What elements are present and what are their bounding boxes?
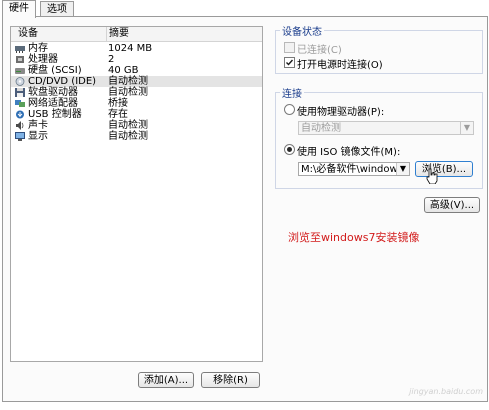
device-row-memory[interactable]: 内存 1024 MB [11,43,262,54]
sound-card-icon [16,121,24,130]
physical-drive-select[interactable]: 自动检测 ▼ [298,121,474,135]
column-header-device[interactable]: 设备 [14,27,107,41]
iso-image-label: 使用 ISO 镜像文件(M): [297,147,401,158]
browse-button[interactable]: 浏览(B)... [415,161,473,177]
device-name: 声卡 [28,120,48,131]
device-row-usb-controller[interactable]: USB 控制器 存在 [11,109,262,120]
device-summary: 存在 [108,109,128,120]
iso-image-radio[interactable] [284,144,295,155]
device-name: 硬盘 (SCSI) [28,65,82,76]
floppy-icon [15,88,25,97]
remove-button[interactable]: 移除(R) [201,372,260,388]
device-summary: 40 GB [108,65,139,76]
device-row-floppy[interactable]: 软盘驱动器 自动检测 [11,87,262,98]
connect-on-power-label: 打开电源时连接(O) [297,60,383,71]
device-name: 处理器 [28,54,58,65]
column-header-summary[interactable]: 摘要 [107,27,129,41]
radio-dot [287,147,292,152]
device-summary: 自动检测 [108,120,148,131]
device-row-hard-disk[interactable]: 硬盘 (SCSI) 40 GB [11,65,262,76]
device-name: 内存 [28,43,48,54]
device-name: 软盘驱动器 [28,87,78,98]
physical-drive-radio[interactable] [284,104,295,115]
connect-on-power-checkbox[interactable] [284,57,295,68]
tab-bar: 硬件 选项 [0,0,489,18]
cd-dvd-icon [15,77,25,86]
physical-drive-label: 使用物理驱动器(P): [297,107,385,118]
checkmark-icon [286,59,294,66]
device-summary: 自动检测 [108,76,148,87]
iso-path-value: M:\必备软件\windows\ [301,164,407,175]
device-row-display[interactable]: 显示 自动检测 [11,131,262,142]
tab-options[interactable]: 选项 [40,1,74,17]
device-row-network-adapter[interactable]: 网络适配器 桥接 [11,98,262,109]
hard-disk-icon [15,68,25,74]
device-status-title: 设备状态 [280,23,324,38]
device-summary: 2 [108,54,115,65]
usb-icon [16,110,24,119]
memory-icon [15,46,25,53]
physical-drive-value: 自动检测 [301,123,341,134]
device-summary: 自动检测 [108,131,148,142]
device-summary: 桥接 [108,98,128,109]
connected-label: 已连接(C) [297,45,342,56]
connection-title: 连接 [280,85,304,100]
display-icon [15,132,25,141]
connected-checkbox[interactable] [284,42,295,53]
watermark: jingyan.baidu.com [409,387,483,396]
network-adapter-icon [15,100,25,107]
device-summary: 自动检测 [108,87,148,98]
device-name: USB 控制器 [28,109,82,120]
tab-hardware[interactable]: 硬件 [2,0,36,18]
device-list-header: 设备 摘要 [11,27,262,42]
processor-icon [16,56,24,63]
iso-path-combo[interactable]: M:\必备软件\windows\ ▼ [298,162,410,176]
device-name: CD/DVD (IDE) [28,76,97,87]
device-row-cd-dvd[interactable]: CD/DVD (IDE) 自动检测 [11,76,262,87]
device-name: 显示 [28,131,48,142]
chevron-down-icon[interactable]: ▼ [396,163,409,175]
advanced-button[interactable]: 高级(V)... [424,197,480,213]
device-list[interactable]: 设备 摘要 内存 1024 MB 处理器 2 硬盘 (SCSI) 40 GB C… [10,26,263,362]
device-row-processor[interactable]: 处理器 2 [11,54,262,65]
chevron-down-icon[interactable]: ▼ [460,122,473,134]
annotation-text: 浏览至windows7安装镜像 [288,231,420,244]
device-row-sound-card[interactable]: 声卡 自动检测 [11,120,262,131]
hand-cursor-icon [426,168,438,184]
device-summary: 1024 MB [108,43,153,54]
add-button[interactable]: 添加(A)... [138,372,194,388]
device-name: 网络适配器 [28,98,78,109]
